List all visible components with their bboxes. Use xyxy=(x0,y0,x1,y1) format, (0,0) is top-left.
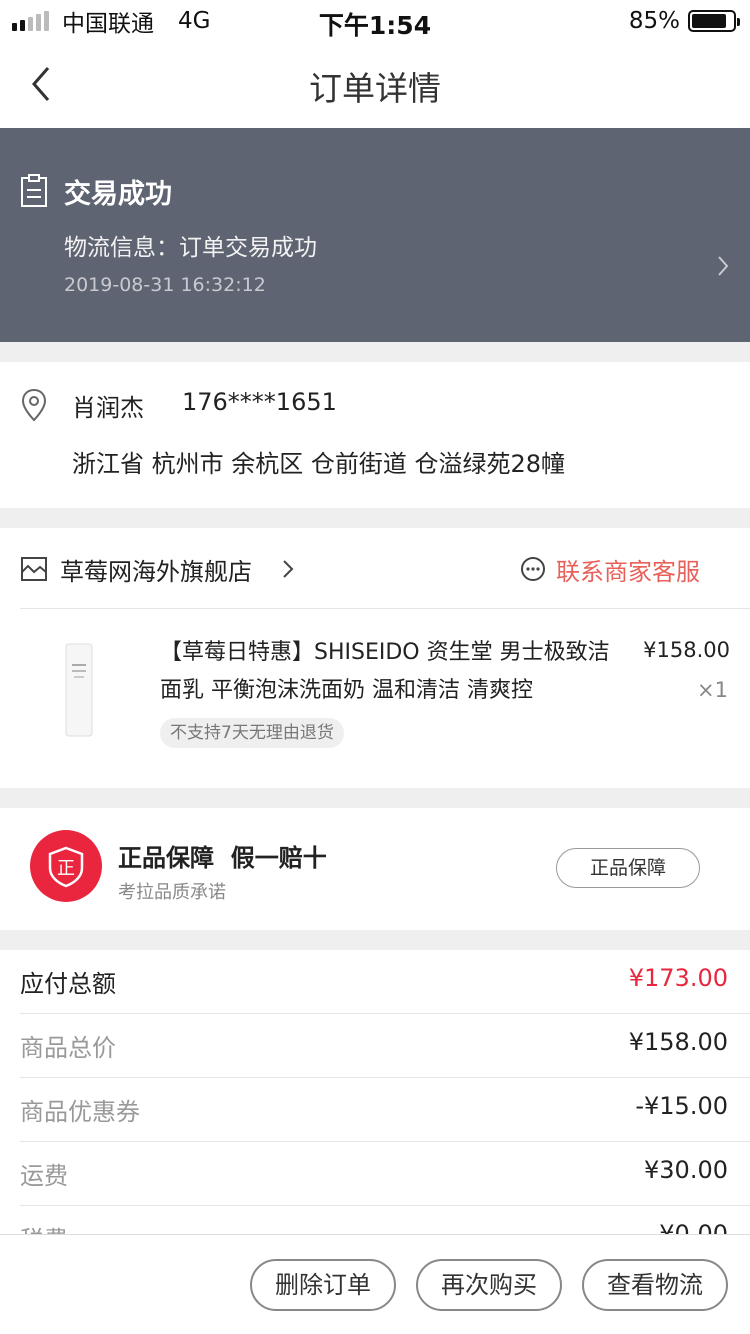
product-price: ¥158.00 xyxy=(643,638,730,662)
recipient-phone: 176****1651 xyxy=(182,388,337,416)
price-label: 应付总额 xyxy=(20,970,116,998)
order-list-icon xyxy=(21,174,47,207)
chevron-right-icon[interactable] xyxy=(282,558,294,580)
status-bar: 中国联通 4G 下午1:54 85% xyxy=(0,0,750,40)
battery-icon xyxy=(688,10,740,32)
product-quantity: ×1 xyxy=(697,678,728,702)
price-label: 商品优惠券 xyxy=(20,1098,140,1126)
view-logistics-button[interactable]: 查看物流 xyxy=(582,1259,728,1311)
price-label: 运费 xyxy=(20,1162,68,1190)
order-status-banner[interactable]: 交易成功 物流信息：订单交易成功 2019-08-31 16:32:12 xyxy=(0,128,750,342)
chevron-right-icon xyxy=(718,256,729,276)
price-value: ¥158.00 xyxy=(628,1028,728,1056)
price-row-coupon: 商品优惠券 -¥15.00 xyxy=(0,1078,750,1142)
badge-char: 正 xyxy=(57,858,75,879)
price-row-total: 应付总额 ¥173.00 xyxy=(0,950,750,1014)
contact-merchant-button[interactable]: 联系商家客服 xyxy=(556,552,700,587)
status-timestamp: 2019-08-31 16:32:12 xyxy=(64,274,266,296)
guarantee-button[interactable]: 正品保障 xyxy=(556,848,700,888)
order-status-title: 交易成功 xyxy=(64,179,172,210)
chat-bubble-icon[interactable] xyxy=(520,556,546,582)
genuine-badge-icon: 正 xyxy=(30,830,102,902)
delete-order-button[interactable]: 删除订单 xyxy=(250,1259,396,1311)
logistics-info: 物流信息：订单交易成功 xyxy=(64,235,317,261)
page-title: 订单详情 xyxy=(309,69,441,108)
price-summary: 应付总额 ¥173.00 商品总价 ¥158.00 商品优惠券 -¥15.00 … xyxy=(0,950,750,1254)
divider xyxy=(20,608,750,609)
nav-bar: 订单详情 xyxy=(0,40,750,128)
store-section: 草莓网海外旗舰店 联系商家客服 【草莓日特惠】SHISEIDO 资生堂 男士极致… xyxy=(0,528,750,788)
store-icon xyxy=(21,557,47,581)
price-label: 商品总价 xyxy=(20,1034,116,1062)
address-detail: 浙江省 杭州市 余杭区 仓前街道 仓溢绿苑28幢 xyxy=(72,450,566,478)
guarantee-section: 正 正品保障 假一赔十 考拉品质承诺 正品保障 xyxy=(0,808,750,930)
guarantee-subtitle: 考拉品质承诺 xyxy=(118,882,226,903)
price-value: ¥173.00 xyxy=(628,964,728,992)
battery-percent: 85% xyxy=(628,8,680,34)
shipping-address: 肖润杰 176****1651 浙江省 杭州市 余杭区 仓前街道 仓溢绿苑28幢 xyxy=(0,362,750,508)
price-row-subtotal: 商品总价 ¥158.00 xyxy=(0,1014,750,1078)
no-return-tag: 不支持7天无理由退货 xyxy=(160,718,344,748)
price-value: ¥30.00 xyxy=(644,1156,728,1184)
store-header: 草莓网海外旗舰店 联系商家客服 xyxy=(0,528,750,608)
price-row-shipping: 运费 ¥30.00 xyxy=(0,1142,750,1206)
recipient-name: 肖润杰 xyxy=(72,394,144,422)
product-thumbnail[interactable] xyxy=(58,640,100,740)
rebuy-button[interactable]: 再次购买 xyxy=(416,1259,562,1311)
store-name-link[interactable]: 草莓网海外旗舰店 xyxy=(60,552,252,587)
product-name[interactable]: 【草莓日特惠】SHISEIDO 资生堂 男士极致洁面乳 平衡泡沫洗面奶 温和清洁… xyxy=(160,634,630,710)
bottom-action-bar: 删除订单 再次购买 查看物流 xyxy=(0,1234,750,1334)
guarantee-title: 正品保障 假一赔十 xyxy=(118,844,327,872)
location-pin-icon xyxy=(21,388,47,422)
price-value: -¥15.00 xyxy=(635,1092,728,1120)
